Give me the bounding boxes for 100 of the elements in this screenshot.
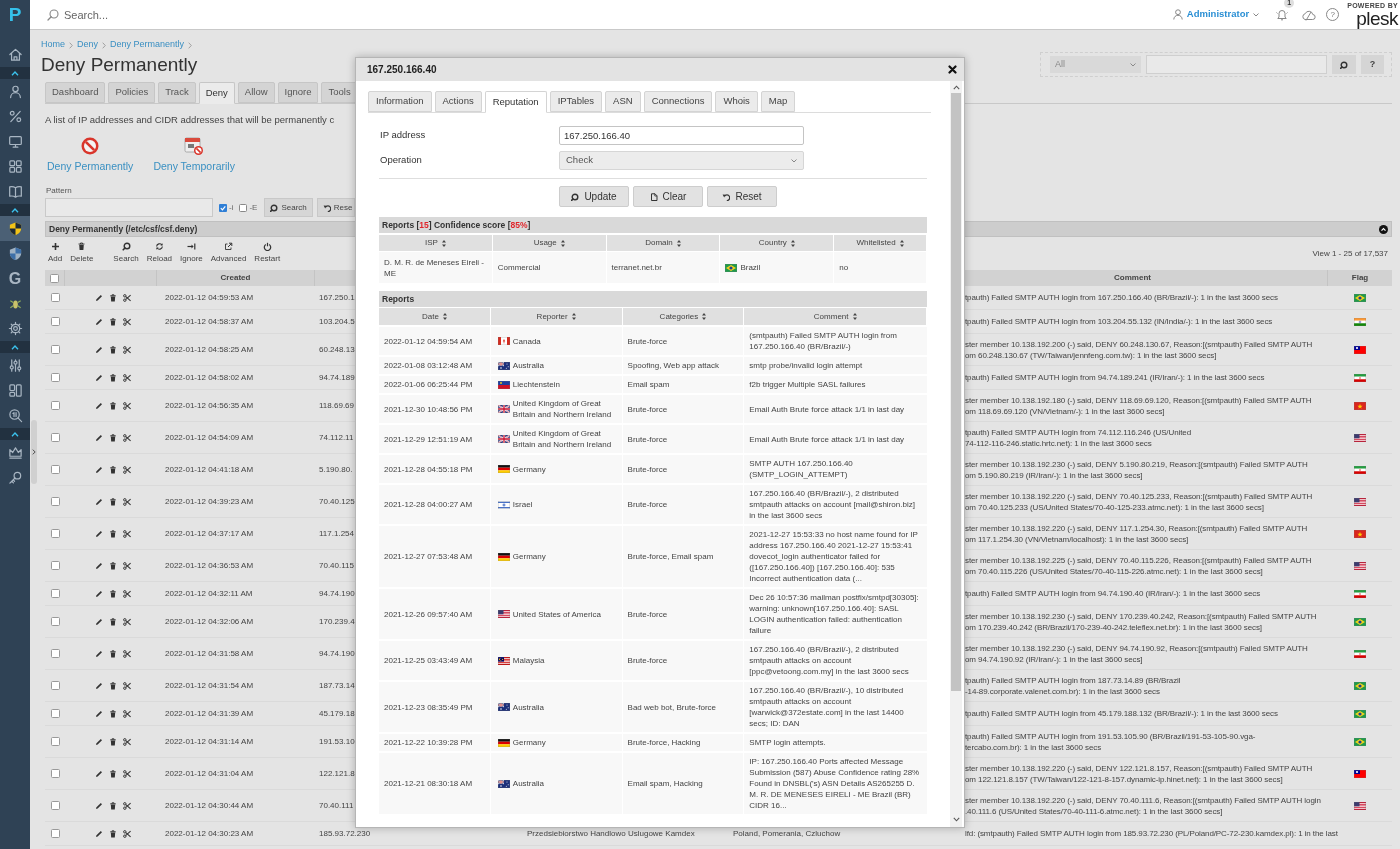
- trash-icon[interactable]: [109, 769, 117, 778]
- reset-button[interactable]: Reset: [707, 186, 777, 207]
- column-header[interactable]: Comment: [744, 308, 927, 325]
- trash-icon[interactable]: [109, 617, 117, 626]
- tab[interactable]: Ignore: [277, 82, 319, 103]
- row-checkbox[interactable]: [50, 529, 60, 538]
- tab[interactable]: Deny: [198, 82, 235, 104]
- pencil-icon[interactable]: [95, 317, 103, 326]
- text-field[interactable]: 167.250.166.40: [559, 126, 804, 145]
- trash-icon[interactable]: [109, 317, 117, 326]
- scissors-icon[interactable]: [123, 465, 131, 474]
- search-button[interactable]: Search: [264, 198, 313, 217]
- collapse-icon[interactable]: [1379, 224, 1388, 234]
- row-checkbox[interactable]: [50, 373, 60, 382]
- checkbox[interactable]: [239, 203, 248, 212]
- tab[interactable]: Map: [760, 91, 796, 112]
- group-toggle[interactable]: [0, 341, 30, 353]
- trash-icon[interactable]: [109, 293, 117, 302]
- trash-icon[interactable]: [109, 465, 117, 474]
- tab[interactable]: Policies: [108, 82, 156, 103]
- sidebar-item[interactable]: G: [0, 266, 30, 291]
- search-button[interactable]: [1332, 55, 1356, 74]
- trash-icon[interactable]: [109, 433, 117, 442]
- row-checkbox[interactable]: [50, 737, 60, 746]
- trash-icon[interactable]: [109, 737, 117, 746]
- pencil-icon[interactable]: [95, 401, 103, 410]
- trash-icon[interactable]: [109, 681, 117, 690]
- row-checkbox[interactable]: [50, 401, 60, 410]
- bell-icon[interactable]: [1275, 8, 1290, 21]
- scissors-icon[interactable]: [123, 709, 131, 718]
- tab[interactable]: Track: [158, 82, 196, 103]
- scissors-icon[interactable]: [123, 345, 131, 354]
- column-header[interactable]: Country: [720, 235, 835, 251]
- toolbar-button[interactable]: Reload: [144, 241, 175, 265]
- tab[interactable]: Reputation: [484, 91, 547, 113]
- toolbar-button[interactable]: Add: [46, 241, 65, 265]
- pattern-field[interactable]: [45, 198, 213, 217]
- column-header[interactable]: Domain: [606, 235, 721, 251]
- scissors-icon[interactable]: [123, 801, 131, 810]
- close-icon[interactable]: [948, 65, 957, 74]
- tab[interactable]: IPTables: [549, 91, 603, 112]
- row-checkbox[interactable]: [50, 589, 60, 598]
- toolbar-button[interactable]: Delete: [68, 241, 96, 265]
- row-checkbox[interactable]: [50, 681, 60, 690]
- column-header[interactable]: Usage: [492, 235, 607, 251]
- row-checkbox[interactable]: [50, 345, 60, 354]
- pencil-icon[interactable]: [95, 829, 103, 838]
- trash-icon[interactable]: [109, 561, 117, 570]
- calendar-icon[interactable]: [184, 136, 205, 157]
- pencil-icon[interactable]: [95, 433, 103, 442]
- trash-icon[interactable]: [109, 649, 117, 658]
- group-toggle[interactable]: [0, 204, 30, 216]
- trash-icon[interactable]: [109, 373, 117, 382]
- pencil-icon[interactable]: [95, 617, 103, 626]
- scissors-icon[interactable]: [123, 829, 131, 838]
- column-header[interactable]: Categories: [622, 308, 745, 325]
- row-checkbox[interactable]: [50, 617, 60, 626]
- filter-input[interactable]: [1146, 55, 1327, 74]
- column-header[interactable]: Whitelisted: [834, 235, 927, 251]
- toolbar-button[interactable]: Advanced: [208, 241, 249, 265]
- cloud-icon[interactable]: [1301, 8, 1317, 21]
- toolbar-button[interactable]: Ignore: [178, 241, 205, 265]
- scissors-icon[interactable]: [123, 373, 131, 382]
- prohibition-icon[interactable]: [80, 136, 101, 157]
- tab[interactable]: Actions: [434, 91, 482, 112]
- column-header[interactable]: Date: [379, 308, 491, 325]
- tab[interactable]: Information: [368, 91, 432, 112]
- trash-icon[interactable]: [109, 709, 117, 718]
- scissors-icon[interactable]: [123, 561, 131, 570]
- trash-icon[interactable]: [109, 497, 117, 506]
- row-checkbox[interactable]: [50, 801, 60, 810]
- group-toggle[interactable]: [0, 67, 30, 79]
- pencil-icon[interactable]: [95, 709, 103, 718]
- checkbox[interactable]: [50, 273, 59, 283]
- scissors-icon[interactable]: [123, 497, 131, 506]
- row-checkbox[interactable]: [50, 649, 60, 658]
- pencil-icon[interactable]: [95, 345, 103, 354]
- row-checkbox[interactable]: [50, 561, 60, 570]
- row-checkbox[interactable]: [50, 465, 60, 474]
- pencil-icon[interactable]: [95, 561, 103, 570]
- toolbar-button[interactable]: Search: [111, 241, 141, 265]
- pencil-icon[interactable]: [95, 589, 103, 598]
- trash-icon[interactable]: [109, 801, 117, 810]
- reset-button[interactable]: Rese: [316, 198, 355, 217]
- pencil-icon[interactable]: [95, 737, 103, 746]
- column-header[interactable]: Reporter: [490, 308, 623, 325]
- trash-icon[interactable]: [109, 589, 117, 598]
- scissors-icon[interactable]: [123, 649, 131, 658]
- pencil-icon[interactable]: [95, 681, 103, 690]
- search-field[interactable]: Search...: [64, 4, 464, 25]
- column-header[interactable]: ISP: [379, 235, 493, 251]
- tab[interactable]: ASN: [605, 91, 641, 112]
- pencil-icon[interactable]: [95, 373, 103, 382]
- row-checkbox[interactable]: [50, 829, 60, 838]
- scissors-icon[interactable]: [123, 737, 131, 746]
- sidebar-handle[interactable]: [31, 420, 37, 484]
- scroll-up-icon[interactable]: [952, 85, 960, 90]
- update-button[interactable]: Update: [559, 186, 629, 207]
- pencil-icon[interactable]: [95, 769, 103, 778]
- trash-icon[interactable]: [109, 829, 117, 838]
